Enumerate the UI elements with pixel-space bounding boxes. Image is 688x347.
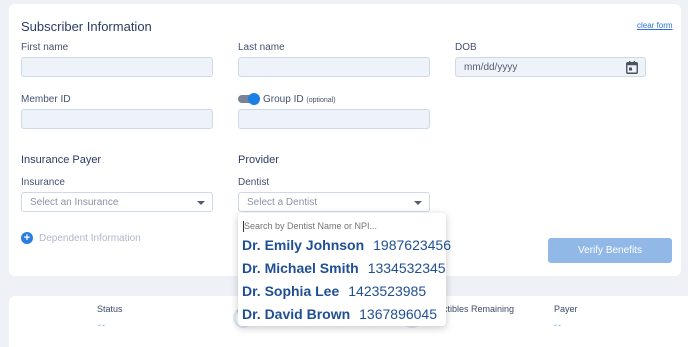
first-name-field[interactable] — [21, 57, 213, 77]
insurance-select[interactable]: Select an Insurance — [21, 192, 213, 212]
dentist-search-input[interactable] — [242, 218, 444, 234]
payer-label: Payer — [554, 304, 578, 314]
chevron-down-icon — [197, 201, 205, 205]
dob-label: DOB — [455, 42, 477, 53]
status-label: Status — [97, 304, 123, 314]
toggle-knob — [248, 93, 260, 105]
provider-title: Provider — [238, 154, 279, 166]
group-id-field[interactable] — [238, 109, 430, 129]
dentist-placeholder: Select a Dentist — [247, 197, 318, 208]
form-title: Subscriber Information — [21, 19, 152, 34]
group-id-label: Group ID (optional) — [263, 94, 336, 105]
dentist-option[interactable]: Dr. Sophia Lee 1423523985 — [242, 283, 426, 299]
calendar-icon[interactable] — [626, 61, 638, 74]
last-name-field[interactable] — [238, 57, 430, 77]
status-value: -- — [98, 320, 106, 330]
text-cursor — [243, 221, 244, 232]
payer-value: -- — [554, 320, 562, 330]
dentist-label: Dentist — [238, 177, 270, 188]
insurance-placeholder: Select an Insurance — [30, 197, 119, 208]
group-id-optional: (optional) — [306, 97, 336, 104]
dob-placeholder: mm/dd/yyyy — [464, 62, 518, 73]
dentist-option[interactable]: Dr. Michael Smith 1334532345 — [242, 260, 446, 276]
dentist-option[interactable]: Dr. David Brown 1367896045 — [242, 306, 437, 322]
insurance-payer-title: Insurance Payer — [21, 154, 102, 166]
first-name-label: First name — [21, 42, 69, 53]
plus-circle-icon[interactable]: + — [21, 232, 33, 244]
group-id-toggle[interactable] — [238, 93, 260, 105]
chevron-down-icon — [414, 201, 422, 205]
dentist-option[interactable]: Dr. Emily Johnson 1987623456 — [242, 237, 451, 253]
dentist-select[interactable]: Select a Dentist — [238, 192, 430, 212]
dob-field[interactable]: mm/dd/yyyy — [455, 57, 646, 77]
member-id-field[interactable] — [21, 109, 213, 129]
dependent-information-link[interactable]: Dependent Information — [39, 233, 141, 244]
insurance-label: Insurance — [21, 177, 65, 188]
member-id-label: Member ID — [21, 94, 71, 105]
last-name-label: Last name — [238, 42, 285, 53]
clear-form-link[interactable]: clear form — [637, 21, 673, 30]
verify-benefits-button[interactable]: Verify Benefits — [548, 238, 672, 263]
dentist-dropdown: Dr. Emily Johnson1987623456 Dr. Michael … — [238, 213, 451, 326]
